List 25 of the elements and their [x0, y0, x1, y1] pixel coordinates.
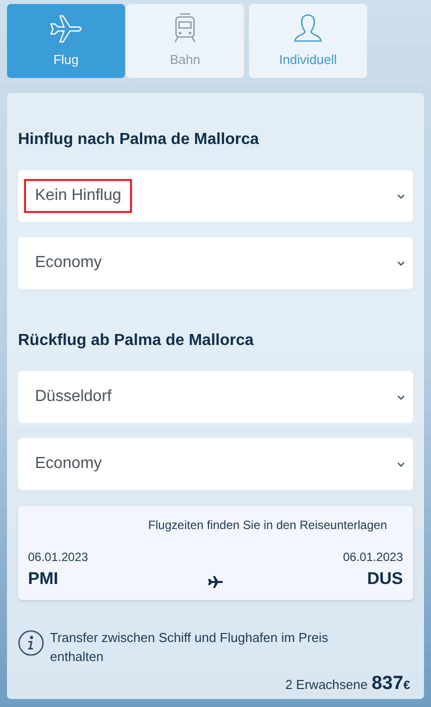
flight-times-note: Flugzeiten finden Sie in den Reiseunterlagen — [148, 517, 387, 534]
plane-icon — [208, 576, 224, 588]
section-heading: Hinflug nach Palma de Mallorca — [18, 130, 260, 150]
dropdown-value: Economy — [34, 253, 103, 273]
transfer-note: Transfer zwischen Schiff und Flughafen im Preis enthalten — [50, 628, 330, 666]
chevron-down-icon — [397, 462, 405, 466]
chevron-down-icon — [397, 394, 405, 400]
arrival-date: 06.01.2023 — [342, 549, 403, 566]
dropdown-value: Economy — [34, 454, 103, 474]
dropdown[interactable]: Economy — [18, 438, 413, 490]
departure-date: 06.01.2023 — [28, 549, 88, 566]
info-icon — [18, 630, 44, 656]
chevron-down-icon — [397, 260, 405, 266]
dropdown[interactable]: Kein Hinflug — [18, 170, 413, 222]
travelers-label: 2 Erwachsene — [285, 676, 368, 694]
section-heading: Rückflug ab Palma de Mallorca — [18, 331, 255, 351]
arrival-airport: DUS — [367, 568, 403, 590]
price-amount: 837 — [372, 672, 404, 696]
dropdown-value: Düsseldorf — [34, 387, 112, 407]
dropdown-value: Kein Hinflug — [24, 179, 132, 213]
currency-symbol: € — [403, 676, 410, 694]
chevron-down-icon — [397, 194, 405, 198]
dropdown[interactable]: Economy — [18, 237, 413, 289]
dropdown[interactable]: Düsseldorf — [18, 371, 413, 423]
departure-airport: PMI — [28, 568, 60, 590]
